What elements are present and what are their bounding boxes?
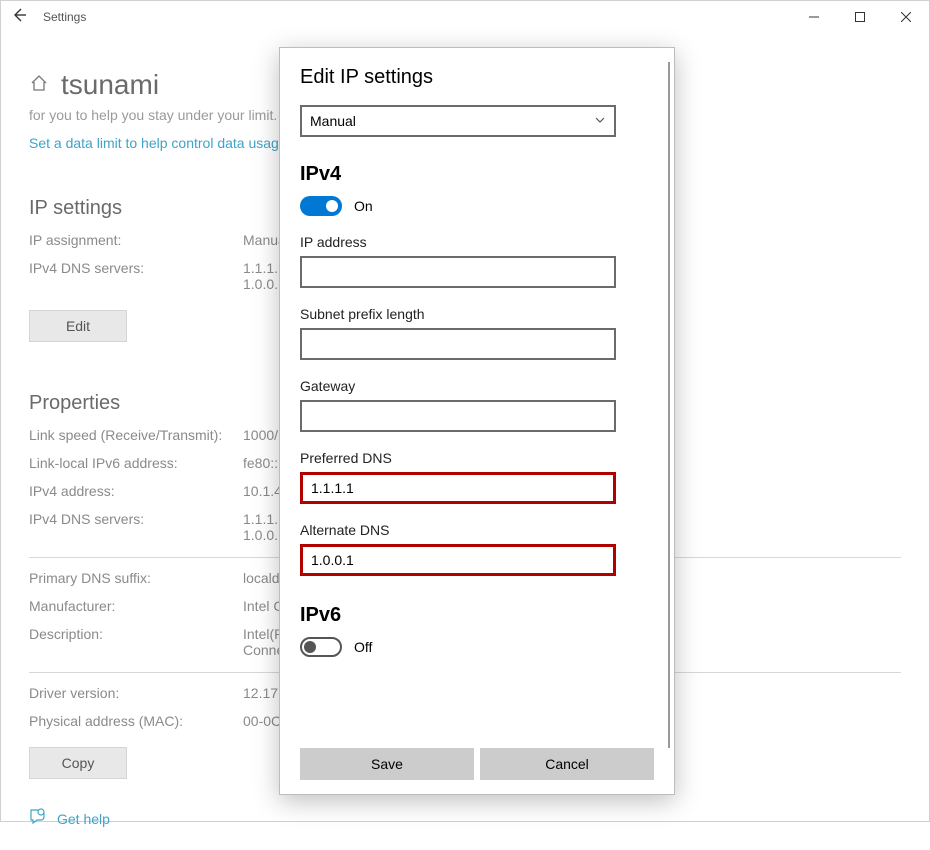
- window-title: Settings: [43, 10, 86, 24]
- prop-label: IPv4 DNS servers:: [29, 511, 243, 543]
- preferred-dns-input[interactable]: [300, 472, 616, 504]
- ipv6-toggle-state: Off: [354, 639, 372, 655]
- dialog-scrollbar[interactable]: [668, 62, 670, 748]
- network-name: tsunami: [61, 69, 159, 101]
- close-button[interactable]: [883, 1, 929, 33]
- prop-label: Driver version:: [29, 685, 243, 701]
- ip-address-input[interactable]: [300, 256, 616, 288]
- gateway-label: Gateway: [300, 378, 654, 394]
- back-button[interactable]: [11, 7, 27, 28]
- ip-assignment-label: IP assignment:: [29, 232, 243, 248]
- get-help-link[interactable]: Get help: [57, 811, 110, 827]
- titlebar: Settings: [1, 1, 929, 33]
- gateway-input[interactable]: [300, 400, 616, 432]
- prop-label: Link-local IPv6 address:: [29, 455, 243, 471]
- dns-servers-label: IPv4 DNS servers:: [29, 260, 243, 292]
- copy-button[interactable]: Copy: [29, 747, 127, 779]
- ipv6-heading: IPv6: [300, 604, 654, 627]
- ipv4-toggle[interactable]: [300, 196, 342, 216]
- chevron-down-icon: [594, 114, 606, 129]
- dialog-title: Edit IP settings: [300, 66, 654, 89]
- prop-label: Physical address (MAC):: [29, 713, 243, 729]
- home-icon: [29, 73, 49, 98]
- save-button[interactable]: Save: [300, 748, 474, 780]
- prop-label: IPv4 address:: [29, 483, 243, 499]
- cancel-button[interactable]: Cancel: [480, 748, 654, 780]
- help-icon: [29, 807, 47, 830]
- prop-value: 12.17.: [243, 685, 282, 701]
- subnet-label: Subnet prefix length: [300, 306, 654, 322]
- alternate-dns-label: Alternate DNS: [300, 522, 654, 538]
- ipv6-toggle[interactable]: [300, 637, 342, 657]
- prop-value: fe80::: [243, 455, 278, 471]
- subnet-input[interactable]: [300, 328, 616, 360]
- prop-label: Description:: [29, 626, 243, 658]
- ip-address-label: IP address: [300, 234, 654, 250]
- edit-button[interactable]: Edit: [29, 310, 127, 342]
- edit-ip-settings-dialog: Edit IP settings Manual IPv4 On IP addre…: [279, 47, 675, 795]
- prop-label: Manufacturer:: [29, 598, 243, 614]
- ip-mode-select[interactable]: Manual: [300, 105, 616, 137]
- minimize-button[interactable]: [791, 1, 837, 33]
- ipv4-heading: IPv4: [300, 163, 654, 186]
- maximize-button[interactable]: [837, 1, 883, 33]
- alternate-dns-input[interactable]: [300, 544, 616, 576]
- ip-mode-value: Manual: [310, 113, 356, 129]
- prop-label: Link speed (Receive/Transmit):: [29, 427, 243, 443]
- prop-label: Primary DNS suffix:: [29, 570, 243, 586]
- ipv4-toggle-state: On: [354, 198, 373, 214]
- preferred-dns-label: Preferred DNS: [300, 450, 654, 466]
